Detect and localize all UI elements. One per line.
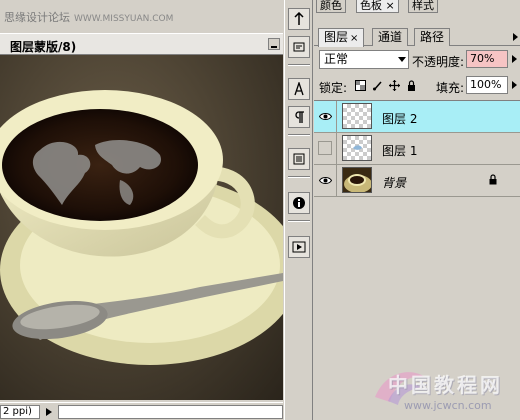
close-icon[interactable]: × bbox=[386, 0, 395, 12]
separator bbox=[288, 134, 310, 136]
layer-row[interactable]: 图层 2 bbox=[314, 101, 520, 133]
minimize-button[interactable] bbox=[268, 38, 280, 50]
tab-layers[interactable]: 图层 × bbox=[318, 28, 365, 47]
top-tab-row: 颜色 色板 × 样式 bbox=[314, 0, 520, 13]
opacity-slider-arrow-icon[interactable] bbox=[512, 55, 517, 63]
tab-channels[interactable]: 通道 bbox=[372, 28, 409, 46]
layer-name[interactable]: 图层 2 bbox=[382, 110, 417, 127]
fill-label: 填充: bbox=[436, 81, 465, 95]
close-icon[interactable]: × bbox=[350, 33, 358, 44]
coffee-cup-image bbox=[0, 90, 283, 365]
status-bar: 2 ppi) bbox=[0, 402, 283, 420]
watermark-bottom-url: www.jcwcn.com bbox=[404, 399, 492, 412]
panel-dock-strip bbox=[284, 0, 313, 420]
layers-list: 图层 2 图层 1 背景 中国教程网 www.jcwcn.com bbox=[314, 100, 520, 420]
tool-presets-icon[interactable] bbox=[288, 36, 310, 58]
visibility-eye-icon[interactable] bbox=[318, 173, 332, 187]
info-icon[interactable] bbox=[288, 192, 310, 214]
watermark-top: 思缘设计论坛 WWW.MISSYUAN.COM bbox=[4, 9, 173, 25]
watermark-bottom: 中国教程网 www.jcwcn.com bbox=[375, 363, 520, 420]
layer-name[interactable]: 背景 bbox=[382, 174, 406, 191]
actions-play-icon[interactable] bbox=[288, 236, 310, 258]
watermark-top-url: WWW.MISSYUAN.COM bbox=[74, 14, 174, 24]
lock-label: 锁定: bbox=[319, 81, 348, 95]
layer-thumbnail bbox=[342, 135, 372, 161]
tab-swatches[interactable]: 色板 × bbox=[356, 0, 399, 13]
separator bbox=[288, 176, 310, 178]
document-title-bar[interactable]: 图层蒙版/8) bbox=[0, 33, 283, 55]
lock-all-icon[interactable] bbox=[405, 79, 417, 91]
separator bbox=[288, 64, 310, 66]
layer-name[interactable]: 图层 1 bbox=[382, 142, 417, 159]
zoom-field[interactable]: 2 ppi) bbox=[0, 405, 40, 419]
layer-thumbnail bbox=[342, 167, 372, 193]
tab-layers-label: 图层 bbox=[324, 30, 349, 44]
layer-thumbnail bbox=[342, 103, 372, 129]
layers-panel: 颜色 色板 × 样式 图层 × 通道 路径 正常 不透明度: 70% 锁定: 填充… bbox=[314, 0, 520, 420]
visibility-toggle[interactable] bbox=[318, 141, 332, 155]
character-icon[interactable] bbox=[288, 78, 310, 100]
lock-transparent-icon[interactable] bbox=[354, 79, 366, 91]
blend-mode-select[interactable]: 正常 bbox=[319, 50, 409, 69]
visibility-eye-icon[interactable] bbox=[318, 109, 332, 123]
divider bbox=[336, 101, 337, 133]
layer-comps-icon[interactable] bbox=[288, 148, 310, 170]
tab-paths[interactable]: 路径 bbox=[414, 28, 451, 46]
image-canvas[interactable] bbox=[0, 55, 283, 400]
paragraph-icon[interactable] bbox=[288, 106, 310, 128]
watermark-top-text: 思缘设计论坛 bbox=[4, 11, 70, 24]
brush-presets-icon[interactable] bbox=[288, 8, 310, 30]
divider bbox=[336, 133, 337, 165]
opacity-field[interactable]: 70% bbox=[466, 50, 508, 68]
tab-swatches-label: 色板 bbox=[360, 0, 382, 12]
layer-row[interactable]: 图层 1 bbox=[314, 133, 520, 165]
lock-move-icon[interactable] bbox=[388, 79, 400, 91]
layers-tab-row: 图层 × 通道 路径 bbox=[314, 28, 520, 47]
tab-styles[interactable]: 样式 bbox=[408, 0, 438, 13]
separator bbox=[288, 220, 310, 222]
watermark-bottom-text: 中国教程网 bbox=[388, 373, 503, 397]
fill-field[interactable]: 100% bbox=[466, 76, 508, 94]
opacity-label: 不透明度: bbox=[412, 55, 465, 69]
layer-row[interactable]: 背景 bbox=[314, 165, 520, 197]
lock-fill-row: 锁定: 填充: 100% bbox=[314, 76, 520, 98]
lock-paint-icon[interactable] bbox=[371, 79, 383, 91]
status-arrow-icon[interactable] bbox=[46, 408, 52, 416]
blend-opacity-row: 正常 不透明度: 70% bbox=[314, 50, 520, 72]
blend-mode-value: 正常 bbox=[324, 52, 349, 66]
document-top-strip: 思缘设计论坛 WWW.MISSYUAN.COM bbox=[0, 0, 283, 30]
lock-icon bbox=[488, 174, 498, 188]
fill-slider-arrow-icon[interactable] bbox=[512, 81, 517, 89]
panel-menu-arrow-icon[interactable] bbox=[513, 33, 518, 41]
document-title: 图层蒙版/8) bbox=[10, 40, 77, 54]
tab-color[interactable]: 颜色 bbox=[316, 0, 346, 13]
divider bbox=[336, 165, 337, 197]
chevron-down-icon bbox=[398, 57, 406, 62]
horizontal-scrollbar[interactable] bbox=[58, 405, 283, 419]
